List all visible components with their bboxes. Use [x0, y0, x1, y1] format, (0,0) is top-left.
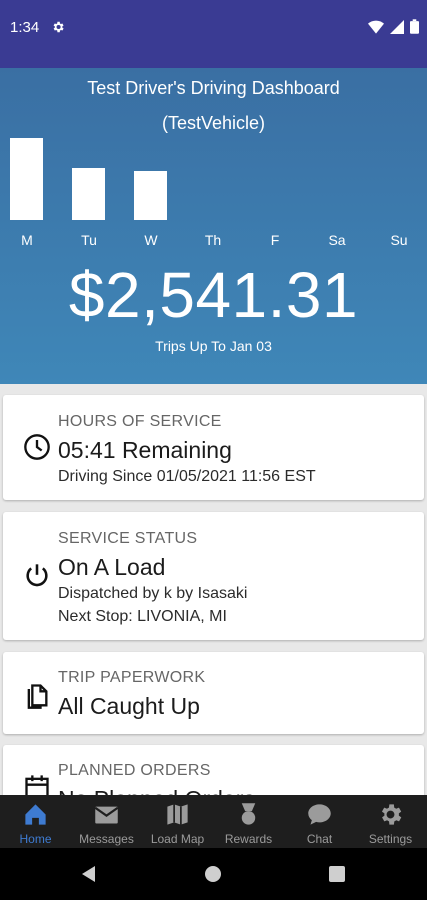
system-navigation-bar — [0, 848, 427, 900]
settings-icon — [381, 804, 402, 825]
map-icon — [167, 804, 188, 825]
day-label-sa: Sa — [328, 232, 346, 248]
battery-icon — [410, 19, 419, 34]
nav-item-load-map[interactable]: Load Map — [142, 795, 213, 848]
service-status: On A Load — [58, 554, 166, 580]
day-label-su: Su — [390, 232, 408, 248]
nav-item-chat[interactable]: Chat — [284, 795, 355, 848]
nav-label: Chat — [306, 832, 333, 846]
day-label-th: Th — [204, 232, 222, 248]
nav-item-rewards[interactable]: Rewards — [213, 795, 284, 848]
card-label: HOURS OF SERVICE — [58, 413, 222, 430]
day-label-w: W — [144, 232, 158, 248]
dashboard-title: Test Driver's Driving Dashboard — [87, 78, 340, 98]
vehicle-name: (TestVehicle) — [161, 113, 266, 133]
hours-remaining: 05:41 Remaining — [58, 437, 232, 463]
bottom-navigation: Home Messages Load Map Rewards Chat Settings — [0, 795, 427, 848]
back-icon[interactable] — [80, 865, 98, 883]
next-stop: Next Stop: LIVONIA, MI — [58, 608, 227, 625]
day-bar-tu — [72, 168, 105, 220]
signal-icon — [390, 19, 404, 34]
mail-icon — [94, 806, 119, 824]
rewards-icon — [241, 803, 256, 825]
status-bar: 1:34 — [0, 0, 427, 68]
nav-label: Messages — [79, 832, 134, 846]
weekly-bar-chart — [0, 138, 427, 220]
day-bar-w — [134, 171, 167, 220]
service-status-card[interactable]: SERVICE STATUS On A Load Dispatched by k… — [3, 512, 424, 640]
dashboard-hero: Test Driver's Driving Dashboard (TestVeh… — [0, 68, 427, 384]
home-circle-icon[interactable] — [204, 865, 222, 883]
clock-icon — [24, 434, 50, 460]
document-icon — [27, 684, 48, 709]
day-label-f: F — [270, 232, 280, 248]
chat-icon — [308, 804, 331, 825]
trips-caption: Trips Up To Jan 03 — [155, 338, 272, 354]
paperwork-status: All Caught Up — [58, 693, 200, 719]
nav-item-messages[interactable]: Messages — [71, 795, 142, 848]
wifi-icon — [368, 20, 384, 34]
earnings-amount: $2,541.31 — [68, 259, 359, 331]
nav-label: Home — [19, 832, 52, 846]
recents-icon[interactable] — [329, 866, 345, 882]
power-icon — [26, 564, 48, 587]
card-label: PLANNED ORDERS — [58, 762, 211, 779]
day-label-m: M — [21, 232, 33, 248]
hours-of-service-card[interactable]: HOURS OF SERVICE 05:41 Remaining Driving… — [3, 395, 424, 500]
nav-item-settings[interactable]: Settings — [355, 795, 426, 848]
nav-label: Rewards — [224, 832, 273, 846]
driving-since: Driving Since 01/05/2021 11:56 EST — [58, 468, 316, 485]
trip-paperwork-card[interactable]: TRIP PAPERWORK All Caught Up — [3, 652, 424, 734]
weekday-labels: M Tu W Th F Sa Su — [0, 232, 427, 250]
settings-status-icon — [53, 21, 64, 33]
status-icons — [368, 19, 419, 34]
nav-label: Load Map — [150, 832, 205, 846]
card-label: SERVICE STATUS — [58, 530, 198, 547]
day-label-tu: Tu — [81, 232, 97, 248]
dispatched-by: Dispatched by k by Isasaki — [58, 585, 248, 602]
nav-label: Settings — [368, 832, 413, 846]
nav-item-home[interactable]: Home — [0, 795, 71, 848]
day-bar-m — [10, 138, 43, 220]
status-time: 1:34 — [10, 19, 40, 36]
home-icon — [25, 804, 46, 825]
card-label: TRIP PAPERWORK — [58, 669, 206, 686]
